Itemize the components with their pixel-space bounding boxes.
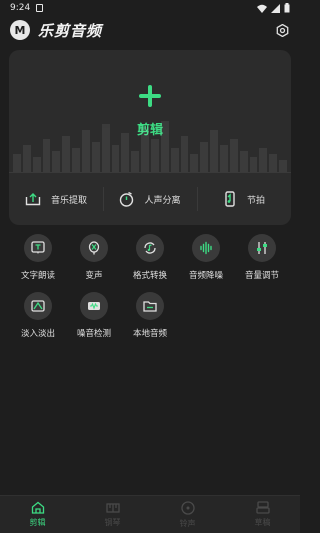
nav-tab-edit[interactable]: 剪辑 (0, 496, 75, 533)
mic-slash-icon (88, 241, 100, 255)
tool-volume-adjust[interactable]: 音量调节 (234, 234, 290, 281)
status-bar: 9:24 (0, 0, 300, 16)
tool-fade-in-out[interactable]: 淡入淡出 (10, 292, 66, 339)
stopwatch-icon (120, 191, 134, 207)
app-logo: M (10, 20, 30, 40)
quick-action-vocal-separation[interactable]: 人声分离 (103, 173, 197, 225)
bottom-nav: 剪辑 钢琴 铃声 草稿 (0, 495, 300, 533)
tool-icon-circle (248, 234, 276, 262)
upload-tray-icon (25, 193, 41, 206)
signal-icon (271, 3, 280, 13)
noise-icon (88, 302, 100, 310)
phone-beat-icon (225, 191, 235, 207)
logo-text: M (14, 23, 26, 37)
refresh-music-icon (144, 242, 156, 254)
tool-label: 噪音检测 (76, 329, 111, 339)
nav-tab-piano[interactable]: 钢琴 (75, 496, 150, 533)
quick-action-label: 音乐提取 (50, 195, 87, 206)
nav-label: 钢琴 (104, 518, 121, 527)
tool-format-convert[interactable]: 格式转换 (122, 234, 178, 281)
tool-label: 格式转换 (132, 271, 167, 281)
tool-icon-circle (24, 234, 52, 262)
tool-icon-circle (80, 292, 108, 320)
tool-local-audio[interactable]: 本地音频 (122, 292, 178, 339)
settings-button[interactable] (274, 22, 290, 38)
nav-label: 铃声 (179, 518, 196, 528)
tool-noise-detection[interactable]: 噪音检测 (66, 292, 122, 339)
status-icons (257, 3, 290, 13)
nav-label: 剪辑 (29, 518, 46, 527)
tool-label: 音量调节 (244, 271, 279, 281)
tools-grid: 文字朗读 变声 格式转换 音频降噪 音量调节 淡入淡出 噪音检测 本地音频 (10, 234, 290, 350)
sliders-icon (257, 242, 267, 254)
drafts-icon (255, 501, 270, 514)
status-time: 9:24 (10, 3, 31, 13)
tool-label: 音频降噪 (188, 271, 223, 281)
home-icon (31, 501, 44, 514)
nav-tab-ringtone[interactable]: 铃声 (150, 496, 225, 533)
nav-label: 草稿 (254, 518, 271, 527)
disc-icon (180, 500, 195, 515)
plus-icon (139, 84, 161, 107)
quick-action-beat[interactable]: 节拍 (197, 173, 291, 225)
quick-action-music-extract[interactable]: 音乐提取 (9, 173, 103, 225)
app-title: 乐剪音频 (38, 21, 103, 40)
tool-row: 淡入淡出 噪音检测 本地音频 (10, 292, 290, 339)
notification-icon (36, 4, 44, 12)
tool-label: 变声 (85, 271, 103, 281)
tool-icon-circle (192, 234, 220, 262)
tool-noise-reduction[interactable]: 音频降噪 (178, 234, 234, 281)
tool-icon-circle (136, 234, 164, 262)
tool-icon-circle (80, 234, 108, 262)
quick-action-label: 节拍 (246, 195, 265, 206)
edit-button[interactable]: 剪辑 (9, 50, 291, 172)
quick-action-label: 人声分离 (144, 195, 181, 206)
app-header: M 乐剪音频 (0, 16, 300, 44)
edit-card: 剪辑 音乐提取 人声分离 节拍 (9, 50, 291, 225)
battery-icon (284, 3, 290, 13)
piano-icon (105, 503, 120, 513)
tool-voice-changer[interactable]: 变声 (66, 234, 122, 281)
tool-label: 本地音频 (132, 329, 167, 339)
nav-tab-drafts[interactable]: 草稿 (225, 496, 300, 533)
tool-label: 淡入淡出 (20, 329, 55, 339)
gear-icon (276, 23, 288, 37)
quick-actions: 音乐提取 人声分离 节拍 (9, 173, 291, 225)
tool-row: 文字朗读 变声 格式转换 音频降噪 音量调节 (10, 234, 290, 281)
text-box-icon (31, 241, 45, 254)
fade-icon (31, 300, 45, 312)
wifi-icon (257, 4, 267, 13)
tool-text-to-speech[interactable]: 文字朗读 (10, 234, 66, 281)
folder-icon (143, 301, 157, 312)
waveform-icon (200, 241, 212, 255)
tool-icon-circle (24, 292, 52, 320)
tool-label: 文字朗读 (20, 271, 55, 281)
tool-icon-circle (136, 292, 164, 320)
waveform-background (9, 112, 291, 172)
